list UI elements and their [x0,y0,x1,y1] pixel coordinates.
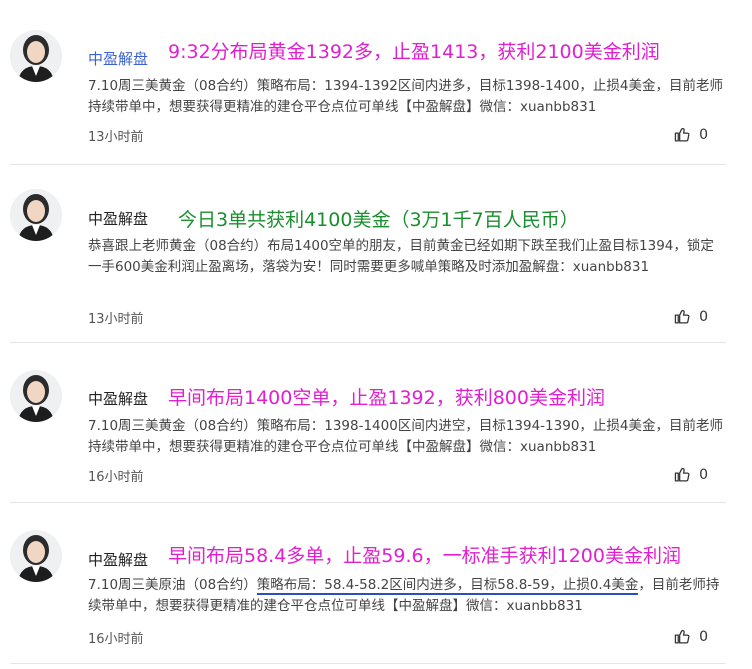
avatar[interactable] [10,189,62,241]
like-count: 0 [699,628,708,645]
like-button[interactable]: 0 [674,466,708,483]
thumbs-up-icon [674,466,691,483]
post-headline: 9:32分布局黄金1392多，止盈1413，获利2100美金利润 [168,41,660,63]
avatar[interactable] [10,30,62,82]
thumbs-up-icon [674,628,691,645]
author-name[interactable]: 中盈解盘 [88,48,148,69]
post-content: 7.10周三美原油（08合约）策略布局：58.4-58.2区间内进多，目标58.… [88,575,726,617]
author-name[interactable]: 中盈解盘 [88,388,148,409]
post-time: 16小时前 [88,470,144,485]
post-content: 7.10周三美黄金（08合约）策略布局：1398-1400区间内进空，目标139… [88,418,723,455]
author-name[interactable]: 中盈解盘 [88,208,148,229]
content-text: 7.10周三美原油（08合约） [88,577,257,593]
post-headline: 早间布局1400空单，止盈1392，获利800美金利润 [168,387,605,409]
like-count: 0 [699,126,708,143]
author-name[interactable]: 中盈解盘 [88,549,148,570]
content-highlight: 策略布局：58.4-58.2区间内进多，目标58.8-59，止损0.4美金 [256,577,639,595]
post-headline: 今日3单共获利4100美金（3万1千7百人民币） [178,209,579,231]
post-content: 恭喜跟上老师黄金（08合约）布局1400空单的朋友，目前黄金已经如期下跌至我们止… [88,238,714,275]
post-3: 中盈解盘 早间布局1400空单，止盈1392，获利800美金利润 7.10周三美… [10,343,726,503]
thumbs-up-icon [674,308,691,325]
like-count: 0 [699,308,708,325]
avatar[interactable] [10,370,62,422]
like-count: 0 [699,466,708,483]
post-content: 7.10周三美黄金（08合约）策略布局：1394-1392区间内进多，目标139… [88,78,723,115]
avatar[interactable] [10,530,62,582]
post-1: 中盈解盘 9:32分布局黄金1392多，止盈1413，获利2100美金利润 7.… [10,22,726,165]
like-button[interactable]: 0 [674,126,708,143]
post-time: 16小时前 [88,632,144,647]
post-headline: 早间布局58.4多单，止盈59.6，一标准手获利1200美金利润 [168,545,681,567]
post-2: 中盈解盘 今日3单共获利4100美金（3万1千7百人民币） 恭喜跟上老师黄金（0… [10,165,726,343]
post-time: 13小时前 [88,130,144,145]
thumbs-up-icon [674,126,691,143]
feed: 中盈解盘 9:32分布局黄金1392多，止盈1413，获利2100美金利润 7.… [0,0,752,669]
like-button[interactable]: 0 [674,628,708,645]
like-button[interactable]: 0 [674,308,708,325]
post-time: 13小时前 [88,312,144,327]
post-4: 中盈解盘 早间布局58.4多单，止盈59.6，一标准手获利1200美金利润 7.… [10,503,726,664]
